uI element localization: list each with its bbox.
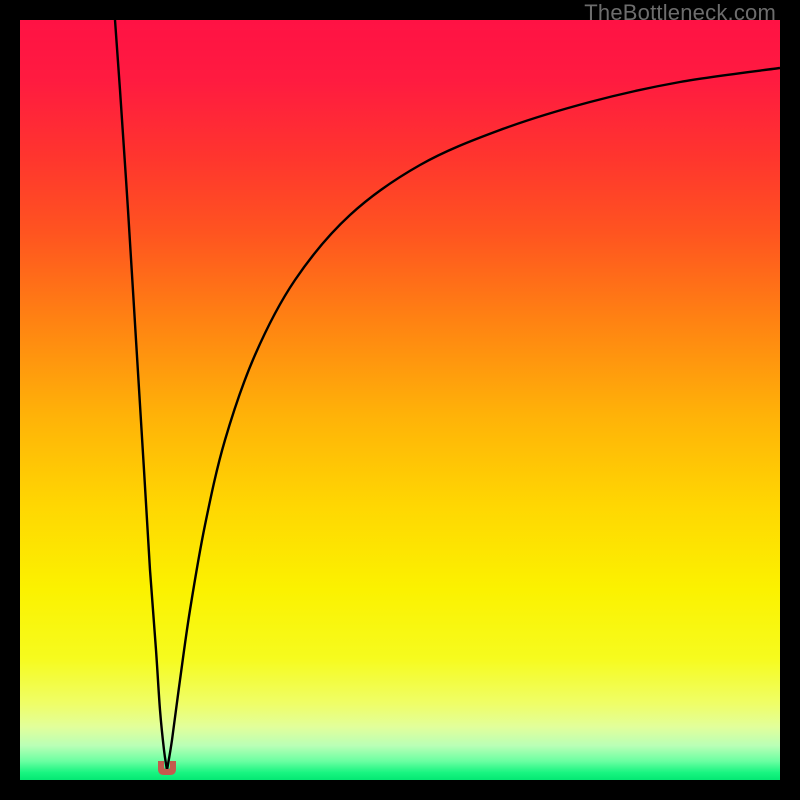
- chart-svg: [20, 20, 780, 780]
- chart-frame: TheBottleneck.com: [0, 0, 800, 800]
- gradient-background: [20, 20, 780, 780]
- plot-area: [20, 20, 780, 780]
